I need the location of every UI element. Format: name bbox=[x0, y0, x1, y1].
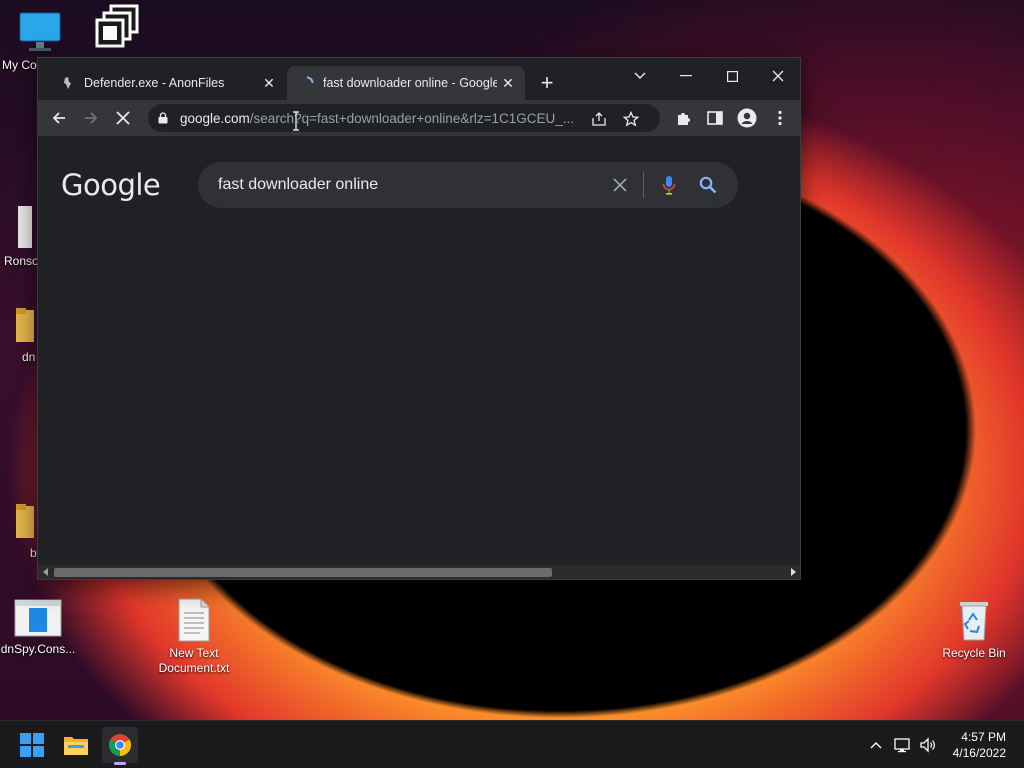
start-button[interactable] bbox=[14, 727, 50, 763]
text-file-icon bbox=[176, 598, 212, 642]
browser-toolbar: google.com/search?q=fast+downloader+onli… bbox=[38, 100, 800, 136]
puzzle-piece-icon bbox=[678, 113, 690, 125]
arrow-right-icon bbox=[85, 112, 98, 124]
chrome-icon bbox=[109, 734, 131, 756]
close-icon[interactable]: ✕ bbox=[497, 72, 519, 94]
file-explorer-button[interactable] bbox=[58, 727, 94, 763]
lock-icon[interactable] bbox=[158, 112, 172, 124]
folder-icon bbox=[64, 737, 88, 755]
desktop-icon-label: dnSpy.Cons... bbox=[0, 642, 76, 656]
side-panel-icon bbox=[707, 111, 723, 125]
new-tab-button[interactable]: + bbox=[535, 70, 559, 95]
taskbar-clock[interactable]: 4:57 PM 4/16/2022 bbox=[953, 729, 1006, 761]
chevron-down-icon bbox=[634, 72, 646, 79]
windows-logo-icon bbox=[20, 733, 44, 757]
close-icon[interactable]: ✕ bbox=[258, 72, 280, 94]
scrollbar-thumb[interactable] bbox=[54, 568, 552, 577]
stop-loading-button[interactable] bbox=[109, 104, 137, 132]
address-bar[interactable]: google.com/search?q=fast+downloader+onli… bbox=[148, 104, 660, 132]
scroll-left-icon[interactable] bbox=[41, 567, 51, 577]
desktop-icon-dnspy-console[interactable]: dnSpy.Cons... bbox=[0, 598, 78, 657]
search-input[interactable]: fast downloader online bbox=[218, 176, 378, 194]
maximize-button[interactable] bbox=[712, 62, 752, 90]
forward-button[interactable] bbox=[77, 104, 105, 132]
desktop-icon-window-stack[interactable] bbox=[78, 4, 158, 58]
tab-strip: Defender.exe - AnonFiles ✕ fast download… bbox=[38, 58, 800, 100]
page-content: Google fast downloader online bbox=[38, 136, 800, 565]
clock-time: 4:57 PM bbox=[961, 730, 1006, 744]
arrow-left-icon bbox=[52, 112, 65, 124]
maximize-icon bbox=[726, 70, 738, 82]
active-app-indicator bbox=[114, 762, 126, 765]
side-panel-button[interactable] bbox=[701, 104, 729, 132]
extensions-button[interactable] bbox=[670, 104, 698, 132]
desktop-icon-new-text-document[interactable]: New Text Document.txt bbox=[154, 598, 234, 676]
google-logo[interactable]: Google bbox=[61, 168, 161, 202]
taskbar: 4:57 PM 4/16/2022 bbox=[0, 720, 1024, 768]
stop-x-icon bbox=[116, 111, 130, 125]
clock-date: 4/16/2022 bbox=[952, 746, 1006, 760]
tab-title: Defender.exe - AnonFiles bbox=[84, 76, 225, 90]
dnspy-app-icon bbox=[14, 598, 62, 638]
recycle-bin-icon bbox=[954, 598, 994, 642]
bookmark-star-icon[interactable] bbox=[620, 108, 642, 130]
tab-google-search[interactable]: fast downloader online - Google ✕ bbox=[287, 66, 525, 100]
network-button[interactable] bbox=[893, 735, 913, 755]
close-window-button[interactable] bbox=[758, 62, 798, 90]
url-host: google.com bbox=[180, 110, 250, 126]
loading-spinner-icon bbox=[299, 75, 315, 91]
minimize-icon bbox=[680, 75, 692, 77]
tab-title: fast downloader online - Google bbox=[323, 76, 497, 90]
minimize-button[interactable] bbox=[666, 62, 706, 90]
kebab-menu-icon bbox=[778, 110, 782, 126]
tab-search-button[interactable] bbox=[620, 62, 660, 90]
back-button[interactable] bbox=[45, 104, 73, 132]
search-icon[interactable] bbox=[696, 173, 720, 197]
chrome-taskbar-button[interactable] bbox=[102, 727, 138, 765]
microphone-icon[interactable] bbox=[657, 173, 681, 197]
close-icon bbox=[772, 70, 784, 82]
share-icon[interactable] bbox=[588, 108, 610, 130]
volume-button[interactable] bbox=[918, 735, 938, 755]
desktop-icon-label: New Text Document.txt bbox=[158, 646, 230, 675]
show-hidden-icons-button[interactable] bbox=[866, 735, 886, 755]
monitor-icon bbox=[17, 8, 63, 54]
menu-button[interactable] bbox=[766, 104, 794, 132]
horizontal-scrollbar[interactable] bbox=[38, 565, 800, 579]
search-box[interactable]: fast downloader online bbox=[198, 162, 738, 208]
desktop-icon-recycle-bin[interactable]: Recycle Bin bbox=[934, 598, 1014, 661]
window-stack-icon bbox=[93, 4, 143, 54]
speaker-icon bbox=[920, 737, 935, 753]
tab-defender-anonfiles[interactable]: Defender.exe - AnonFiles ✕ bbox=[48, 66, 286, 100]
avatar-icon bbox=[737, 108, 757, 128]
network-icon bbox=[894, 738, 910, 753]
search-divider bbox=[643, 172, 644, 198]
clear-search-icon[interactable] bbox=[608, 173, 632, 197]
browser-window: Defender.exe - AnonFiles ✕ fast download… bbox=[37, 57, 801, 580]
url-text[interactable]: google.com/search?q=fast+downloader+onli… bbox=[180, 111, 588, 126]
anonfiles-favicon-icon bbox=[60, 75, 76, 91]
desktop-icon-label: Recycle Bin bbox=[942, 646, 1006, 660]
scroll-right-icon[interactable] bbox=[788, 567, 798, 577]
profile-button[interactable] bbox=[733, 104, 761, 132]
chevron-up-icon bbox=[870, 742, 882, 749]
text-cursor-icon bbox=[293, 111, 299, 131]
